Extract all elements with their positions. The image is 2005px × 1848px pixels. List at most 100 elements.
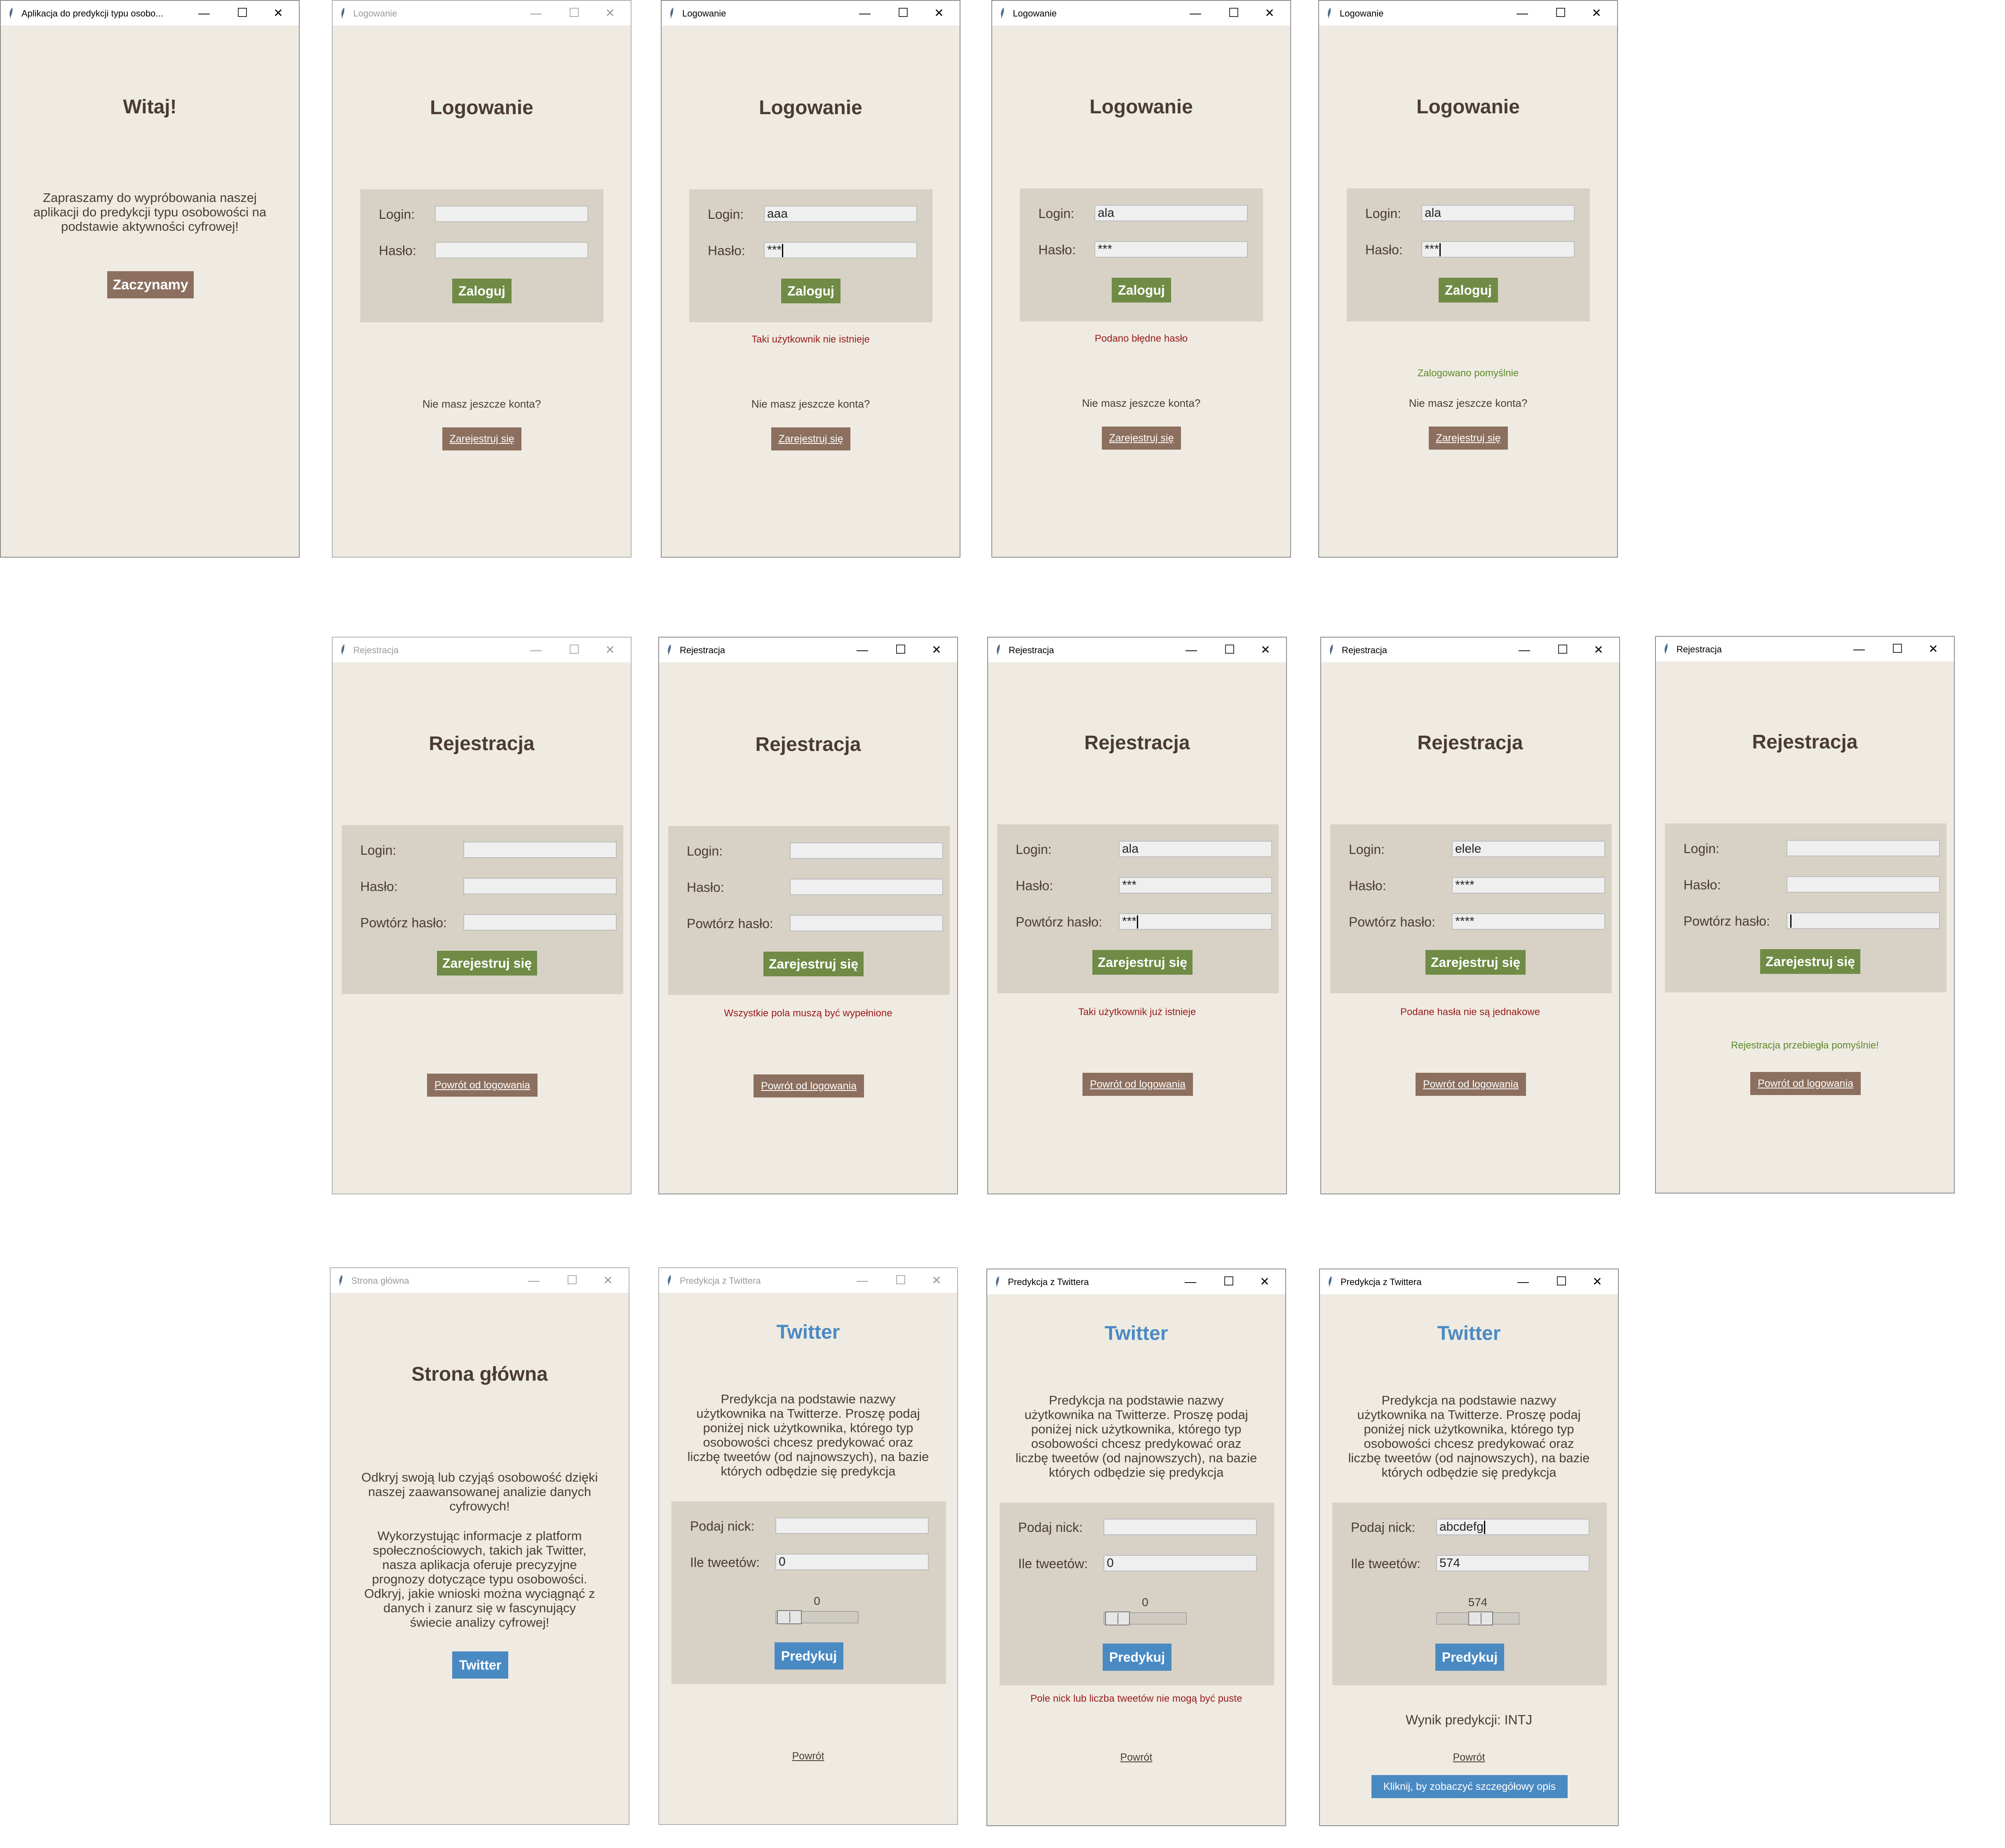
maximize-icon[interactable]: ☐	[1545, 1269, 1578, 1294]
maximize-icon[interactable]: ☐	[884, 1268, 917, 1293]
maximize-icon[interactable]: ☐	[226, 1, 259, 26]
password-input[interactable]: ***	[1119, 877, 1272, 894]
back-to-login-button[interactable]: Powrót od logowania	[754, 1074, 864, 1098]
tweets-input[interactable]: 574	[1436, 1555, 1589, 1571]
close-icon[interactable]: ✕	[1253, 1, 1286, 26]
nick-input[interactable]	[775, 1517, 929, 1534]
tweet-count-slider[interactable]: 0	[1103, 1596, 1187, 1629]
back-to-login-button[interactable]: Powrót od logowania	[1082, 1073, 1193, 1096]
minimize-icon[interactable]: —	[846, 638, 879, 662]
minimize-icon[interactable]: —	[517, 1268, 550, 1293]
maximize-icon[interactable]: ☐	[884, 638, 917, 662]
minimize-icon[interactable]: —	[1174, 1269, 1207, 1294]
login-submit-button[interactable]: Zaloguj	[452, 279, 512, 303]
slider-handle[interactable]	[1105, 1611, 1130, 1625]
tweets-input[interactable]: 0	[775, 1554, 929, 1570]
minimize-icon[interactable]: —	[1507, 1269, 1540, 1294]
back-to-login-button[interactable]: Powrót od logowania	[1750, 1072, 1861, 1095]
back-link[interactable]: Powrót	[1320, 1752, 1618, 1764]
repeat-password-input[interactable]: ****	[1452, 913, 1605, 930]
back-link[interactable]: Powrót	[659, 1750, 957, 1762]
close-icon[interactable]: ✕	[1580, 1, 1613, 26]
close-icon[interactable]: ✕	[920, 638, 953, 662]
close-icon[interactable]: ✕	[592, 1268, 625, 1293]
maximize-icon[interactable]: ☐	[1881, 637, 1914, 661]
login-input[interactable]: ala	[1421, 205, 1575, 221]
nick-input[interactable]	[1103, 1519, 1257, 1535]
login-input[interactable]	[790, 842, 943, 859]
maximize-icon[interactable]: ☐	[558, 1, 591, 26]
register-link-button[interactable]: Zarejestruj się	[771, 427, 850, 450]
predict-button[interactable]: Predykuj	[775, 1642, 843, 1670]
password-input[interactable]: ***	[1421, 241, 1575, 258]
predict-button[interactable]: Predykuj	[1103, 1644, 1172, 1671]
register-submit-button[interactable]: Zarejestruj się	[1760, 949, 1860, 974]
nick-input[interactable]: abcdefg	[1436, 1519, 1589, 1535]
back-to-login-button[interactable]: Powrót od logowania	[1416, 1073, 1526, 1096]
close-icon[interactable]: ✕	[1249, 638, 1282, 662]
tweet-count-slider[interactable]: 0	[775, 1595, 859, 1628]
register-submit-button[interactable]: Zarejestruj się	[437, 951, 537, 976]
minimize-icon[interactable]: —	[1175, 638, 1208, 662]
maximize-icon[interactable]: ☐	[1544, 1, 1577, 26]
close-icon[interactable]: ✕	[920, 1268, 953, 1293]
repeat-password-input[interactable]	[463, 914, 617, 931]
close-icon[interactable]: ✕	[262, 1, 295, 26]
password-input[interactable]	[790, 879, 943, 895]
minimize-icon[interactable]: —	[519, 638, 552, 662]
tweets-input[interactable]: 0	[1103, 1555, 1257, 1571]
minimize-icon[interactable]: —	[848, 1, 881, 26]
start-button[interactable]: Zaczynamy	[107, 271, 194, 298]
details-button[interactable]: Kliknij, by zobaczyć szczegółowy opis	[1371, 1775, 1568, 1798]
back-to-login-button[interactable]: Powrót od logowania	[427, 1074, 538, 1097]
close-icon[interactable]: ✕	[923, 1, 956, 26]
password-input[interactable]: ***	[1094, 241, 1248, 258]
slider-handle[interactable]	[1468, 1611, 1493, 1625]
tweet-count-slider[interactable]: 574	[1436, 1596, 1519, 1629]
register-link-button[interactable]: Zarejestruj się	[442, 427, 521, 450]
minimize-icon[interactable]: —	[519, 1, 552, 26]
login-input[interactable]: ala	[1094, 205, 1248, 221]
minimize-icon[interactable]: —	[1508, 638, 1541, 662]
password-input[interactable]	[1787, 876, 1940, 893]
register-submit-button[interactable]: Zarejestruj się	[763, 952, 864, 976]
register-link-button[interactable]: Zarejestruj się	[1429, 427, 1508, 450]
close-icon[interactable]: ✕	[594, 638, 627, 662]
close-icon[interactable]: ✕	[1248, 1269, 1281, 1294]
close-icon[interactable]: ✕	[1582, 638, 1615, 662]
login-input[interactable]: ala	[1119, 841, 1272, 857]
minimize-icon[interactable]: —	[1506, 1, 1539, 26]
login-submit-button[interactable]: Zaloguj	[1439, 278, 1498, 303]
maximize-icon[interactable]: ☐	[558, 638, 591, 662]
maximize-icon[interactable]: ☐	[887, 1, 920, 26]
maximize-icon[interactable]: ☐	[556, 1268, 589, 1293]
slider-handle[interactable]	[777, 1610, 802, 1624]
minimize-icon[interactable]: —	[1179, 1, 1212, 26]
predict-button[interactable]: Predykuj	[1435, 1644, 1504, 1671]
login-submit-button[interactable]: Zaloguj	[1112, 278, 1171, 303]
minimize-icon[interactable]: —	[846, 1268, 879, 1293]
minimize-icon[interactable]: —	[1843, 637, 1876, 661]
repeat-password-input[interactable]	[1787, 912, 1940, 929]
maximize-icon[interactable]: ☐	[1212, 1269, 1245, 1294]
twitter-button[interactable]: Twitter	[452, 1651, 508, 1679]
register-submit-button[interactable]: Zarejestruj się	[1092, 950, 1193, 975]
maximize-icon[interactable]: ☐	[1213, 638, 1246, 662]
close-icon[interactable]: ✕	[594, 1, 627, 26]
repeat-password-input[interactable]	[790, 915, 943, 931]
login-input[interactable]: aaa	[764, 206, 917, 222]
login-input[interactable]	[1787, 840, 1940, 856]
login-input[interactable]: elele	[1452, 841, 1605, 857]
password-input[interactable]: ***	[764, 242, 917, 258]
maximize-icon[interactable]: ☐	[1217, 1, 1250, 26]
register-link-button[interactable]: Zarejestruj się	[1102, 427, 1181, 450]
maximize-icon[interactable]: ☐	[1546, 638, 1579, 662]
close-icon[interactable]: ✕	[1917, 637, 1950, 661]
password-input[interactable]	[463, 878, 617, 894]
close-icon[interactable]: ✕	[1581, 1269, 1614, 1294]
login-submit-button[interactable]: Zaloguj	[781, 279, 841, 303]
register-submit-button[interactable]: Zarejestruj się	[1425, 950, 1526, 975]
password-input[interactable]	[435, 242, 588, 258]
login-input[interactable]	[435, 206, 588, 222]
login-input[interactable]	[463, 842, 617, 858]
